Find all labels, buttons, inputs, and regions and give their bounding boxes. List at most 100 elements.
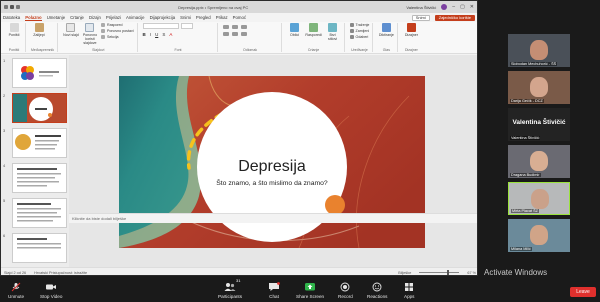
align-right-icon[interactable] <box>240 32 247 36</box>
zoom-level[interactable]: 67 % <box>467 271 476 275</box>
reuse-slides-button[interactable]: Ponovno koristi slajdove <box>82 23 98 45</box>
slide-title[interactable]: Depresija <box>197 158 347 176</box>
participant-video <box>530 40 548 60</box>
slide-6-preview <box>17 238 61 249</box>
stop-video-button[interactable]: Stop Video <box>40 279 62 301</box>
participants-icon <box>224 282 236 291</box>
tab-datoteka[interactable]: Datoteka <box>3 15 20 20</box>
participant-tile[interactable]: Milana Milić <box>508 219 570 252</box>
slide-thumb[interactable] <box>12 233 67 263</box>
participant-tile[interactable]: Dragana Budimir <box>508 145 570 178</box>
slide-thumb[interactable] <box>12 163 67 193</box>
group-name: Dizajner <box>404 48 418 52</box>
apps-button[interactable]: Apps <box>404 279 414 301</box>
replace-button[interactable]: Zamijeni <box>349 29 370 33</box>
maximize-icon[interactable]: ▢ <box>460 4 465 10</box>
paste-button[interactable]: Zalijepi <box>31 23 47 37</box>
slide-thumb[interactable] <box>12 128 67 158</box>
designer-icon <box>406 23 416 32</box>
strikethrough-icon[interactable]: S <box>162 32 165 37</box>
designer-button[interactable]: Dizajner <box>403 23 419 37</box>
tab-animacije[interactable]: Animacije <box>126 15 145 20</box>
shared-powerpoint-window: Depresija.pptx • Spremljeno na ovaj PC V… <box>0 0 478 276</box>
dictate-button[interactable]: Diktiranje <box>378 23 394 37</box>
leave-button[interactable]: Leave <box>570 287 596 297</box>
slide-thumb[interactable] <box>12 58 67 88</box>
tab-prikaz[interactable]: Prikaz <box>216 15 228 20</box>
participant-tile[interactable]: Darija Gečik - DCZ <box>508 71 570 104</box>
group-name: Glas <box>382 48 390 52</box>
slide-1-preview <box>21 66 59 80</box>
tab-crtanje[interactable]: Crtanje <box>70 15 84 20</box>
layout-button[interactable]: Raspored <box>100 23 134 27</box>
reactions-button[interactable]: Reactions <box>367 279 387 301</box>
select-button[interactable]: Odaberi <box>349 35 370 39</box>
avatar[interactable] <box>441 4 448 10</box>
indent-icon[interactable] <box>240 25 247 29</box>
zoom-window: Depresija.pptx • Spremljeno na ovaj PC V… <box>0 0 600 302</box>
dictate-label: Diktiranje <box>378 33 394 37</box>
share-button[interactable]: Zajedničko korište <box>434 14 475 21</box>
tab-pomoc[interactable]: Pomoć <box>233 15 246 20</box>
reset-button[interactable]: Ponovno postavi <box>100 29 134 33</box>
bullets-icon[interactable] <box>222 25 229 29</box>
tab-dijaprojekcija[interactable]: Dijaprojekcija <box>150 15 176 20</box>
slide-number: 2 <box>3 93 6 98</box>
undo-icon[interactable] <box>16 5 20 9</box>
undo-icon <box>9 23 19 32</box>
bold-icon[interactable]: B <box>143 32 146 37</box>
slide-subtitle[interactable]: Što znamo, a što mislimo da znamo? <box>197 180 347 187</box>
arrange-button[interactable]: Rasporedi <box>305 23 322 37</box>
close-icon[interactable]: ✕ <box>470 4 474 10</box>
section-button[interactable]: Sekcija <box>100 35 134 39</box>
tab-dizajn[interactable]: Dizajn <box>89 15 101 20</box>
participant-name: Mirta Placat ŠZ <box>511 209 539 213</box>
layout-label: Raspored <box>106 23 123 27</box>
font-name-field[interactable] <box>142 23 179 29</box>
align-left-icon[interactable] <box>222 32 229 36</box>
quick-styles-button[interactable]: Brzi stilovi <box>325 23 341 41</box>
record-button[interactable]: Record <box>338 279 353 301</box>
participant-tile-active-speaker[interactable]: Mirta Placat ŠZ <box>508 182 570 215</box>
tab-pregled[interactable]: Pregled <box>196 15 211 20</box>
tab-umetanje[interactable]: Umetanje <box>47 15 65 20</box>
font-color-icon[interactable]: A <box>169 32 172 37</box>
undo-button[interactable]: Poništi <box>6 23 22 37</box>
notes-button[interactable]: Bilješke <box>398 271 411 275</box>
share-screen-button[interactable]: Share Screen <box>296 279 324 301</box>
ppt-titlebar: Depresija.pptx • Spremljeno na ovaj PC V… <box>1 1 477 13</box>
unmute-button[interactable]: Unmute <box>8 279 24 301</box>
italic-icon[interactable]: I <box>150 32 151 37</box>
chat-button[interactable]: Chat <box>268 279 280 301</box>
find-button[interactable]: Traženje <box>349 23 369 27</box>
align-center-icon[interactable] <box>231 32 238 36</box>
tab-prijelazi[interactable]: Prijelazi <box>106 15 121 20</box>
tab-snimi[interactable]: Snimi <box>180 15 191 20</box>
select-label: Odaberi <box>355 35 369 39</box>
ribbon: Poništi Poništi Zalijepi Međuspremnik No… <box>1 22 477 54</box>
participant-tile[interactable]: Valentina Štivičić Valentina Štivičić <box>508 108 570 141</box>
language-status[interactable]: Hrvatski Pristupačnost: istražite <box>34 271 87 275</box>
record-label: Record <box>338 293 353 299</box>
new-slide-button[interactable]: Novi slajd <box>63 23 79 37</box>
autosave-icon[interactable] <box>4 5 8 9</box>
numbering-icon[interactable] <box>231 25 238 29</box>
zoom-slider[interactable] <box>419 270 460 275</box>
participants-button[interactable]: 31 Participants <box>218 278 242 301</box>
participant-name: Valentina Štivičić <box>510 136 541 140</box>
shapes-button[interactable]: Oblici <box>287 23 303 37</box>
slide-thumb[interactable] <box>12 198 67 228</box>
slide-number: 4 <box>3 163 6 168</box>
participant-tile[interactable]: Slobodan Mechuhorić - ŠŠ <box>508 34 570 67</box>
slide-5-preview <box>17 203 61 222</box>
record-button[interactable]: Snimi <box>411 14 430 21</box>
notes-pane[interactable]: Kliknite da biste dodali bilješke <box>69 213 477 223</box>
underline-icon[interactable]: U <box>155 32 158 37</box>
slide-thumb-selected[interactable] <box>12 93 67 123</box>
font-size-field[interactable] <box>180 23 193 29</box>
group-name: Slajdovi <box>92 48 105 52</box>
tab-polazno[interactable]: Polazno <box>25 15 42 21</box>
save-icon[interactable] <box>10 5 14 9</box>
bullet-row <box>222 25 247 29</box>
minimize-icon[interactable]: – <box>452 4 455 10</box>
